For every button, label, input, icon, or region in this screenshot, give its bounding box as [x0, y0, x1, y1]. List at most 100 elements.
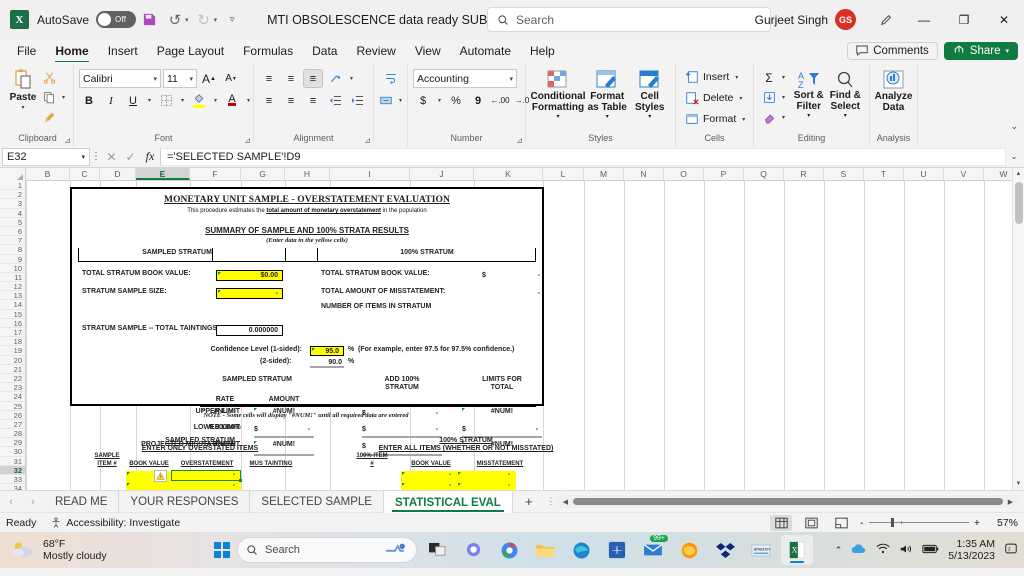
font-color-button[interactable]: A: [222, 91, 242, 110]
formula-input[interactable]: ='SELECTED SAMPLE'!D9: [160, 147, 1006, 166]
conditional-formatting-button[interactable]: Conditional Formatting ▾: [531, 67, 586, 120]
onedrive-icon[interactable]: [851, 543, 867, 557]
horizontal-scrollbar[interactable]: ◀ ▶: [556, 495, 1019, 508]
row-header-33[interactable]: 33: [0, 475, 25, 485]
cancel-icon[interactable]: ✕: [102, 150, 121, 164]
row-header-25[interactable]: 25: [0, 402, 25, 411]
font-size-dropdown-icon[interactable]: ▾: [189, 75, 193, 83]
column-header-R[interactable]: R: [784, 168, 824, 180]
tab-data[interactable]: Data: [303, 42, 346, 60]
number-dialog-launcher[interactable]: ⊿: [516, 136, 523, 145]
row-header-17[interactable]: 17: [0, 328, 25, 338]
accounting-format-icon[interactable]: $: [413, 91, 433, 110]
orientation-dropdown-icon[interactable]: ▾: [347, 75, 356, 82]
vertical-scrollbar[interactable]: ▲ ▼: [1012, 168, 1024, 490]
normal-view-icon[interactable]: [770, 514, 792, 531]
edge-icon[interactable]: [565, 535, 597, 565]
share-dropdown-icon[interactable]: ▾: [1005, 47, 1009, 55]
row-header-6[interactable]: 6: [0, 227, 25, 237]
tab-view[interactable]: View: [406, 42, 450, 60]
column-header-T[interactable]: T: [864, 168, 904, 180]
row-header-20[interactable]: 20: [0, 356, 25, 365]
row-header-14[interactable]: 14: [0, 300, 25, 310]
close-button[interactable]: ✕: [984, 0, 1024, 39]
insert-dropdown-icon[interactable]: ▾: [732, 74, 741, 81]
tab-review[interactable]: Review: [347, 42, 404, 60]
row-header-5[interactable]: 5: [0, 218, 25, 227]
minimize-button[interactable]: —: [904, 0, 944, 39]
name-box-dropdown-icon[interactable]: ▾: [81, 153, 85, 161]
autosum-icon[interactable]: Σ: [759, 68, 779, 87]
comments-button[interactable]: Comments: [847, 41, 938, 60]
merge-center-icon[interactable]: [376, 91, 396, 110]
sheet-tab-your-responses[interactable]: YOUR RESPONSES: [119, 490, 251, 513]
column-header-O[interactable]: O: [664, 168, 704, 180]
row-header-8[interactable]: 8: [0, 245, 25, 255]
clear-icon[interactable]: [759, 108, 779, 127]
sort-filter-dropdown-icon[interactable]: ▾: [807, 112, 810, 119]
row-header-24[interactable]: 24: [0, 392, 25, 402]
cut-button[interactable]: [39, 68, 59, 87]
show-hidden-icons-icon[interactable]: ⌃: [835, 545, 843, 556]
save-icon[interactable]: [136, 7, 162, 33]
table-row[interactable]: - -: [401, 471, 516, 482]
next-sheet-icon[interactable]: ›: [22, 496, 44, 508]
align-top-icon[interactable]: ≡: [259, 69, 279, 88]
column-header-P[interactable]: P: [704, 168, 744, 180]
column-header-G[interactable]: G: [241, 168, 285, 180]
increase-decimal-icon[interactable]: ←.00: [490, 91, 510, 110]
decrease-indent-icon[interactable]: [325, 91, 345, 110]
row-header-4[interactable]: 4: [0, 209, 25, 218]
find-select-button[interactable]: Find & Select ▾: [827, 68, 864, 119]
zoom-track[interactable]: [868, 518, 969, 527]
chrome-icon[interactable]: [493, 535, 525, 565]
merge-dropdown-icon[interactable]: ▾: [396, 97, 405, 104]
scroll-down-icon[interactable]: ▼: [1013, 478, 1024, 490]
sort-filter-button[interactable]: A Z Sort & Filter ▾: [791, 68, 827, 119]
tab-insert[interactable]: Insert: [99, 42, 147, 60]
comma-style-icon[interactable]: 9: [468, 91, 488, 110]
percent-style-icon[interactable]: %: [446, 91, 466, 110]
battery-icon[interactable]: [922, 544, 939, 557]
borders-dropdown-icon[interactable]: ▾: [178, 97, 187, 104]
horizontal-scroll-thumb[interactable]: [572, 498, 1003, 505]
confirm-icon[interactable]: ✓: [121, 150, 140, 164]
column-header-N[interactable]: N: [624, 168, 664, 180]
accessibility-status[interactable]: Accessibility: Investigate: [50, 517, 180, 529]
column-header-V[interactable]: V: [944, 168, 984, 180]
windows-start-icon[interactable]: [211, 539, 233, 561]
sheet-tab-read-me[interactable]: READ ME: [44, 490, 120, 513]
column-header-E[interactable]: E: [136, 168, 190, 180]
autosave-toggle[interactable]: Off: [96, 11, 137, 28]
clipboard-dialog-launcher[interactable]: ⊿: [64, 136, 71, 145]
copy-button[interactable]: [39, 88, 59, 107]
zoom-level[interactable]: 57%: [988, 517, 1018, 529]
table-row[interactable]: - -: [401, 482, 516, 490]
dropbox-icon[interactable]: [709, 535, 741, 565]
name-box[interactable]: E32 ▾: [2, 147, 90, 166]
align-middle-icon[interactable]: ≡: [281, 69, 301, 88]
format-painter-button[interactable]: [39, 108, 59, 127]
insert-function-icon[interactable]: fx: [140, 149, 160, 164]
fill-dropdown-icon[interactable]: ▾: [779, 94, 788, 101]
number-format-select[interactable]: Accounting ▾: [413, 69, 517, 88]
row-header-12[interactable]: 12: [0, 282, 25, 292]
fill-icon[interactable]: [759, 88, 779, 107]
page-layout-icon[interactable]: [800, 515, 822, 531]
notifications-icon[interactable]: z: [1004, 542, 1018, 558]
restore-button[interactable]: ❐: [944, 0, 984, 39]
previous-sheet-icon[interactable]: ‹: [0, 496, 22, 508]
insert-cells-button[interactable]: Insert: [681, 67, 732, 87]
cell-styles-dropdown-icon[interactable]: ▾: [648, 113, 651, 120]
sheet-area[interactable]: MONETARY UNIT SAMPLE - OVERSTATEMENT EVA…: [26, 181, 1024, 490]
paste-dropdown-icon[interactable]: ▾: [21, 104, 24, 111]
format-cells-button[interactable]: Format: [681, 109, 739, 129]
tab-help[interactable]: Help: [521, 42, 564, 60]
borders-button[interactable]: [156, 91, 176, 110]
mail-icon[interactable]: 99+: [637, 535, 669, 565]
copy-dropdown-icon[interactable]: ▾: [59, 94, 68, 101]
fill-color-button[interactable]: [189, 91, 209, 110]
column-header-I[interactable]: I: [330, 168, 410, 180]
underline-dropdown-icon[interactable]: ▾: [145, 97, 154, 104]
paste-button[interactable]: Paste ▾: [7, 66, 39, 111]
